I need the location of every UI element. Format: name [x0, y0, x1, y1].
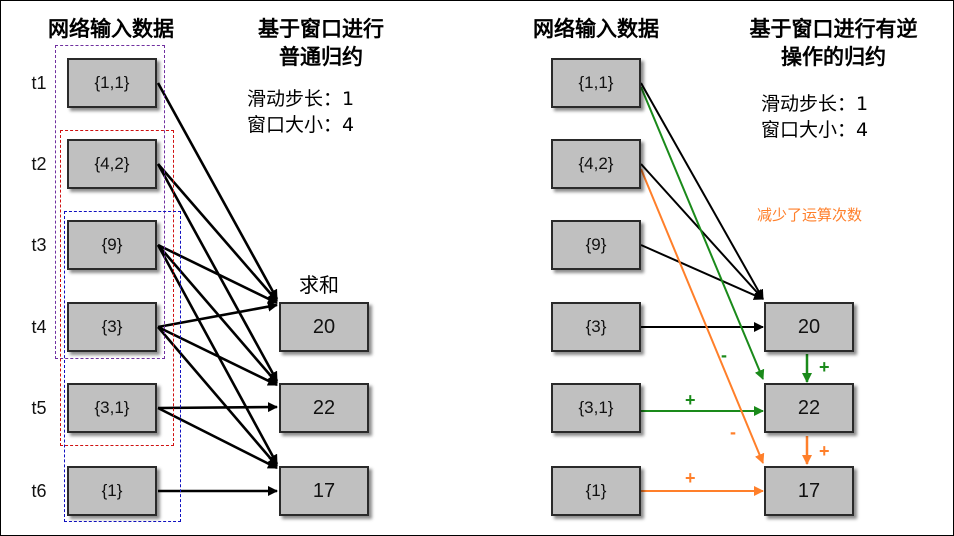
- left-sum-box: 17: [279, 466, 369, 516]
- left-input-box: {1}: [67, 466, 157, 516]
- left-sum-box: 20: [279, 302, 369, 352]
- left-input-title: 网络输入数据: [48, 17, 174, 41]
- time-label-t4: t4: [31, 317, 47, 337]
- right-input-box: {1}: [551, 466, 641, 516]
- edge-r-t2-orange: [640, 168, 765, 464]
- left-input-box: {9}: [67, 220, 157, 270]
- right-input-title: 网络输入数据: [533, 17, 659, 41]
- left-window-size: 窗口大小：4: [247, 114, 355, 136]
- edge-r-t3-black: [640, 244, 764, 300]
- edge-r-t1-green: [640, 86, 765, 380]
- right-sum-box: 20: [764, 302, 854, 352]
- left-window-title-1: 基于窗口进行: [258, 17, 384, 41]
- left-slide-step: 滑动步长：1: [247, 88, 355, 110]
- left-input-box: {1,1}: [67, 58, 157, 108]
- right-window-title-1: 基于窗口进行有逆: [749, 17, 918, 41]
- time-label-t6: t6: [31, 481, 47, 501]
- right-note: 减少了运算次数: [757, 206, 863, 224]
- right-window-size: 窗口大小：4: [761, 119, 869, 141]
- diagram-canvas: 网络输入数据 基于窗口进行 普通归约 滑动步长：1 窗口大小：4 求和 t1 t…: [0, 0, 954, 536]
- right-slide-step: 滑动步长：1: [761, 93, 869, 115]
- time-label-t3: t3: [31, 235, 47, 255]
- orange-plus-between-sign: +: [819, 441, 830, 461]
- right-sum-box: 17: [764, 466, 854, 516]
- time-label-t1: t1: [31, 73, 47, 93]
- edge-r-t1-black: [640, 82, 764, 300]
- green-plus-between-sign: +: [819, 357, 830, 377]
- right-input-box: {3,1}: [551, 383, 641, 433]
- green-plus-edge-sign: +: [685, 390, 696, 410]
- left-window-title-2: 普通归约: [279, 45, 363, 69]
- orange-plus-edge-sign: +: [685, 468, 696, 488]
- left-input-box: {4,2}: [67, 139, 157, 189]
- right-sum-box: 22: [764, 383, 854, 433]
- right-input-box: {9}: [551, 220, 641, 270]
- orange-minus-sign: -: [730, 422, 736, 442]
- time-label-t2: t2: [31, 154, 47, 174]
- left-input-box: {3}: [67, 302, 157, 352]
- sum-label: 求和: [299, 273, 339, 297]
- right-input-box: {4,2}: [551, 139, 641, 189]
- left-input-box: {3,1}: [67, 383, 157, 433]
- left-sum-box: 22: [279, 383, 369, 433]
- right-input-box: {1,1}: [551, 58, 641, 108]
- right-input-box: {3}: [551, 302, 641, 352]
- right-window-title-2: 操作的归约: [781, 45, 886, 69]
- time-label-t5: t5: [31, 398, 47, 418]
- green-minus-sign: -: [721, 345, 727, 365]
